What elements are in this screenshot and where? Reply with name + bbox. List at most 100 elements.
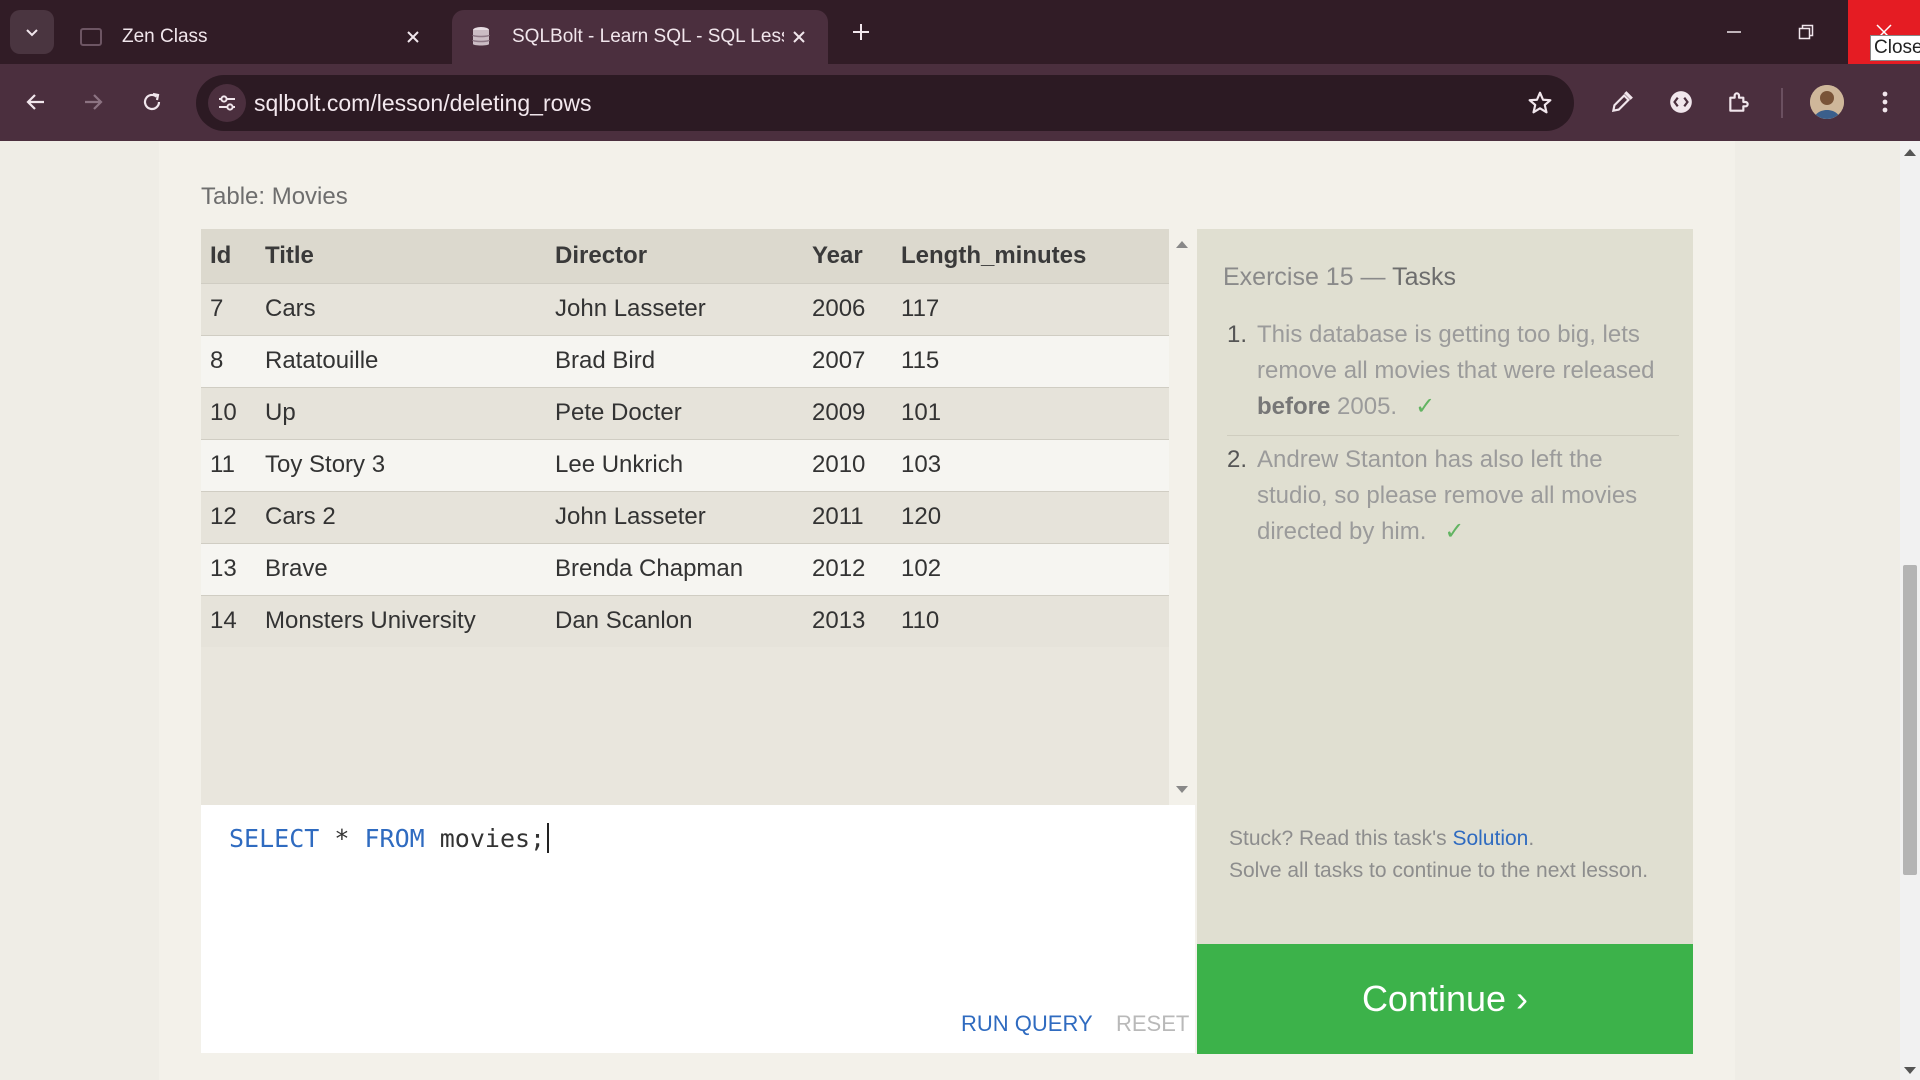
tasks-panel: Exercise 15 — Tasks 1. This database is …: [1197, 229, 1693, 1054]
scrollbar-thumb[interactable]: [1903, 565, 1917, 875]
eyedropper-icon: [1611, 91, 1633, 113]
tab-sqlbolt[interactable]: SQLBolt - Learn SQL - SQL Lesson: [452, 10, 828, 64]
puzzle-icon: [1729, 92, 1749, 112]
code-circle-icon: [1670, 91, 1692, 113]
table-cell: 2011: [803, 490, 892, 543]
close-tooltip: Close: [1870, 35, 1920, 61]
url-text[interactable]: sqlbolt.com/lesson/deleting_rows: [254, 90, 592, 117]
tab-search-button[interactable]: [10, 10, 54, 54]
table-cell: 14: [201, 594, 256, 647]
table-row: 10 Up Pete Docter 2009 101: [201, 386, 1169, 439]
tune-icon: [219, 95, 235, 111]
table-cell: Up: [256, 386, 546, 439]
scroll-down-arrow-icon[interactable]: [1176, 786, 1188, 793]
extensions-button[interactable]: [1718, 81, 1760, 123]
avatar-icon: [1810, 85, 1844, 119]
run-query-button[interactable]: RUN QUERY: [961, 1011, 1093, 1037]
scroll-up-arrow-icon[interactable]: [1904, 149, 1916, 156]
table-caption: Table: Movies: [201, 183, 348, 210]
continue-button[interactable]: Continue ›: [1197, 944, 1693, 1054]
column-header: Year: [803, 229, 892, 283]
table-cell: 110: [892, 594, 1169, 647]
chevron-down-icon: [26, 29, 38, 37]
database-icon: [468, 24, 494, 50]
tasks-label: Tasks: [1392, 263, 1456, 291]
back-button[interactable]: [15, 81, 57, 123]
browser-titlebar: Zen Class SQLBolt - Learn SQL - SQL Less…: [0, 0, 1920, 64]
table-row: 11 Toy Story 3 Lee Unkrich 2010 103: [201, 438, 1169, 491]
check-icon: ✓: [1444, 518, 1465, 545]
table-cell: Toy Story 3: [256, 438, 546, 491]
table-cell: 11: [201, 438, 256, 491]
tab-zen-class[interactable]: Zen Class: [62, 10, 442, 64]
close-icon[interactable]: [784, 22, 814, 52]
scroll-up-arrow-icon[interactable]: [1176, 241, 1188, 248]
sql-keyword: FROM: [364, 824, 425, 853]
code-extension-button[interactable]: [1660, 81, 1702, 123]
restore-button[interactable]: [1770, 0, 1842, 64]
table-scrollbar[interactable]: [1169, 229, 1195, 805]
column-header: Id: [201, 229, 256, 283]
reload-icon: [143, 92, 161, 111]
table-cell: 103: [892, 438, 1169, 491]
check-icon: ✓: [1415, 393, 1436, 420]
sql-query-text[interactable]: SELECT * FROM movies;: [229, 823, 550, 853]
star-icon: [1528, 91, 1552, 114]
table-header-row: Id Title Director Year Length_minutes: [201, 229, 1169, 283]
address-bar[interactable]: sqlbolt.com/lesson/deleting_rows: [196, 75, 1574, 131]
table-row: 8 Ratatouille Brad Bird 2007 115: [201, 334, 1169, 387]
table-cell: 2007: [803, 334, 892, 387]
table-cell: 117: [892, 282, 1169, 335]
exercise-label: Exercise 15 —: [1223, 263, 1393, 291]
table-cell: Pete Docter: [546, 386, 803, 439]
close-icon[interactable]: [398, 22, 428, 52]
tab-title: SQLBolt - Learn SQL - SQL Lesson: [512, 26, 784, 47]
table-cell: 7: [201, 282, 256, 335]
task-text: 2005.: [1330, 393, 1398, 420]
reset-button[interactable]: RESET: [1116, 1011, 1189, 1037]
restore-icon: [1798, 24, 1814, 40]
new-tab-button[interactable]: [846, 17, 876, 47]
table-cell: Monsters University: [256, 594, 546, 647]
column-header: Director: [546, 229, 803, 283]
sql-editor[interactable]: SELECT * FROM movies; RUN QUERY RESET: [201, 805, 1195, 1053]
table-cell: 2012: [803, 542, 892, 595]
minimize-button[interactable]: [1698, 0, 1770, 64]
table-cell: 2009: [803, 386, 892, 439]
page-scrollbar[interactable]: [1900, 141, 1920, 1080]
text-caret: [547, 823, 550, 853]
task-bold-text: before: [1257, 393, 1331, 420]
sql-token: *: [319, 824, 365, 853]
forward-button[interactable]: [72, 81, 114, 123]
minimize-icon: [1727, 31, 1741, 33]
scroll-down-arrow-icon[interactable]: [1904, 1067, 1916, 1074]
arrow-right-icon: [85, 94, 103, 110]
table-cell: 2013: [803, 594, 892, 647]
stuck-note: Stuck? Read this task's Solution. Solve …: [1229, 823, 1669, 887]
stuck-text: .: [1528, 827, 1535, 850]
table-cell: Brad Bird: [546, 334, 803, 387]
site-info-button[interactable]: [208, 84, 246, 122]
table-cell: 8: [201, 334, 256, 387]
column-header: Length_minutes: [892, 229, 1169, 283]
column-header: Title: [256, 229, 546, 283]
eyedropper-extension-button[interactable]: [1601, 81, 1643, 123]
table-cell: 12: [201, 490, 256, 543]
reload-button[interactable]: [131, 81, 173, 123]
table-cell: John Lasseter: [546, 282, 803, 335]
task-text: This database is getting too big, lets r…: [1257, 321, 1655, 384]
page-icon: [78, 24, 104, 50]
table-cell: 102: [892, 542, 1169, 595]
plus-icon: [853, 24, 869, 40]
profile-avatar[interactable]: [1810, 85, 1844, 119]
bookmark-star-button[interactable]: [1522, 85, 1558, 121]
table-cell: John Lasseter: [546, 490, 803, 543]
sql-token: movies;: [424, 824, 546, 853]
toolbar-divider: [1781, 88, 1783, 118]
browser-menu-button[interactable]: [1864, 81, 1906, 123]
tab-title: Zen Class: [122, 26, 208, 47]
table-cell: 115: [892, 334, 1169, 387]
solution-link[interactable]: Solution: [1452, 827, 1528, 850]
table-row: 12 Cars 2 John Lasseter 2011 120: [201, 490, 1169, 543]
task-number: 1.: [1227, 321, 1248, 348]
